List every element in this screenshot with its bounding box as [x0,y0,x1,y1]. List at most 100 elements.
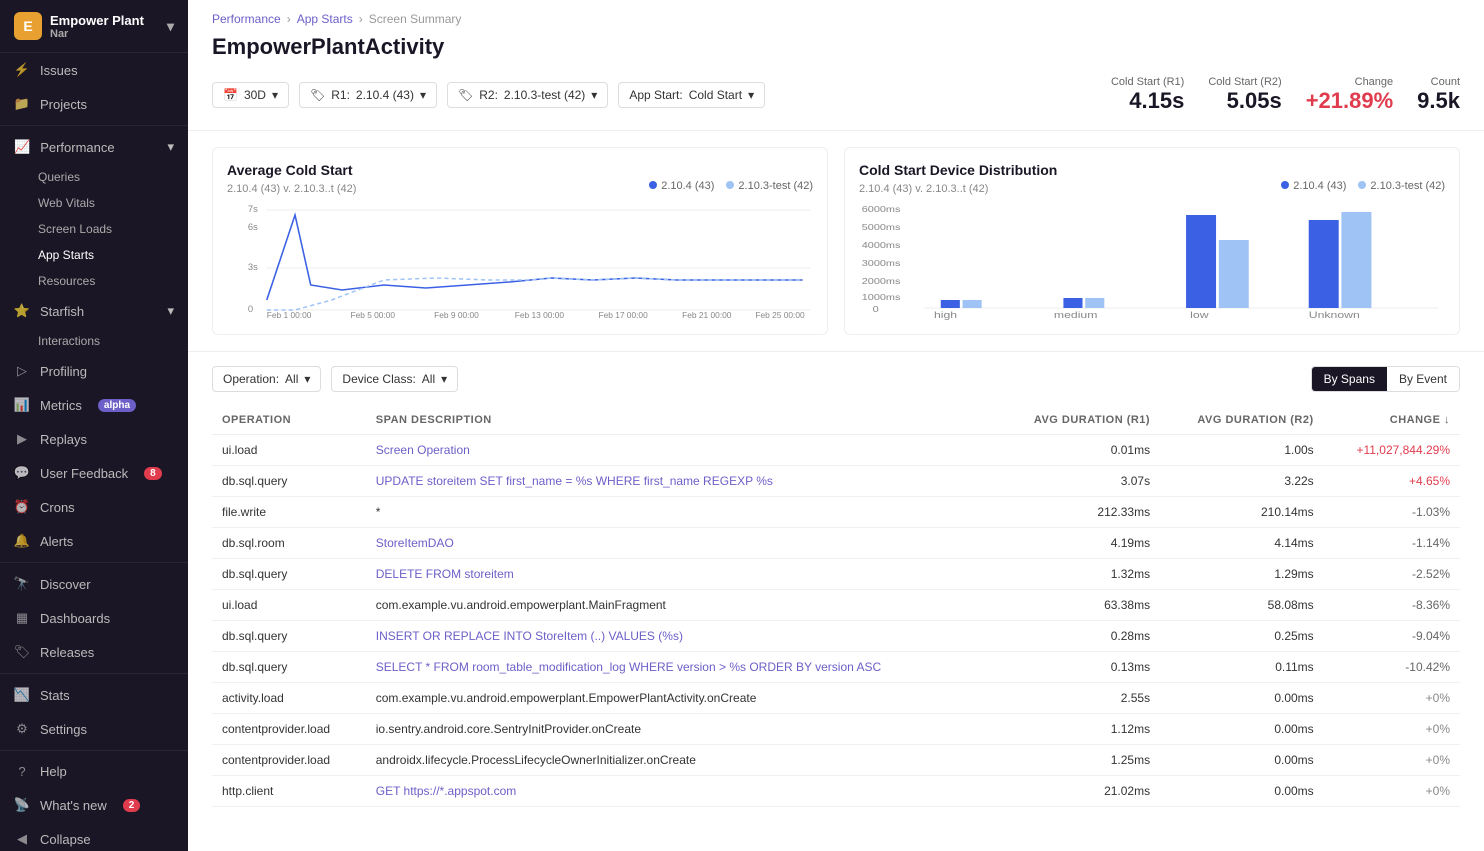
by-event-button[interactable]: By Event [1387,367,1459,391]
sidebar-sub-screen-loads[interactable]: Screen Loads [0,216,188,242]
performance-icon: 📈 [14,139,30,155]
col-span-desc: SPAN DESCRIPTION [366,406,997,435]
chevron-down-icon: ▾ [441,372,447,386]
stat-label: Change [1306,76,1393,88]
table-row: db.sql.query SELECT * FROM room_table_mo… [212,652,1460,683]
operation-filter[interactable]: Operation: All ▾ [212,366,321,392]
r1-selector[interactable]: 🏷 R1: 2.10.4 (43) ▾ [299,82,437,108]
sidebar-item-profiling[interactable]: ▷ Profiling [0,354,188,388]
span-link[interactable]: UPDATE storeitem SET first_name = %s WHE… [376,474,773,488]
sidebar-item-label: Help [40,764,67,779]
cell-span: androidx.lifecycle.ProcessLifecycleOwner… [366,745,997,776]
metrics-icon: 📊 [14,397,30,413]
cell-change: +0% [1324,776,1460,807]
sidebar-item-label: Projects [40,97,87,112]
help-icon: ? [14,764,30,779]
profiling-icon: ▷ [14,363,30,379]
breadcrumb-sep: › [287,12,291,26]
sidebar-item-label: User Feedback [40,466,128,481]
table-row: ui.load com.example.vu.android.empowerpl… [212,590,1460,621]
by-spans-button[interactable]: By Spans [1312,367,1387,391]
sidebar-sub-queries[interactable]: Queries [0,164,188,190]
span-link[interactable]: SELECT * FROM room_table_modification_lo… [376,660,881,674]
cell-change: -2.52% [1324,559,1460,590]
bar-chart-card: Cold Start Device Distribution 2.10.4 (4… [844,147,1460,335]
star-icon: ⭐ [14,303,30,319]
r2-selector[interactable]: 🏷 R2: 2.10.3-test (42) ▾ [447,82,608,108]
org-switcher[interactable]: E Empower Plant Nar ▾ [0,0,188,53]
sidebar-item-label: Releases [40,645,94,660]
svg-text:7s: 7s [248,204,258,214]
breadcrumb-performance[interactable]: Performance [212,12,281,26]
sidebar-item-dashboards[interactable]: ▦ Dashboards [0,601,188,635]
table-row: ui.load Screen Operation 0.01ms 1.00s +1… [212,435,1460,466]
cell-r2: 0.00ms [1160,714,1324,745]
span-link[interactable]: Screen Operation [376,443,470,457]
span-link[interactable]: INSERT OR REPLACE INTO StoreItem (..) VA… [376,629,683,643]
sidebar-sub-resources[interactable]: Resources [0,268,188,294]
svg-text:Feb 1 00:00: Feb 1 00:00 [267,311,312,320]
sidebar-item-stats[interactable]: 📉 Stats [0,678,188,712]
stat-change-value: +21.89% [1306,88,1393,114]
svg-text:Feb 5 00:00: Feb 5 00:00 [350,311,395,320]
sidebar-sub-interactions[interactable]: Interactions [0,328,188,354]
cell-change: -8.36% [1324,590,1460,621]
legend-item-1: 2.10.4 (43) [649,180,714,192]
sidebar-item-settings[interactable]: ⚙ Settings [0,712,188,746]
span-link[interactable]: StoreItemDAO [376,536,454,550]
sidebar-item-projects[interactable]: 📁 Projects [0,87,188,121]
sidebar-item-releases[interactable]: 🏷 Releases [0,635,188,669]
replay-icon: ▶ [14,431,30,447]
toolbar: 📅 30D ▾ 🏷 R1: 2.10.4 (43) ▾ 🏷 R2: 2.10.3… [188,76,1484,131]
span-link[interactable]: DELETE FROM storeitem [376,567,514,581]
stat-label: Count [1417,76,1460,88]
sidebar-item-alerts[interactable]: 🔔 Alerts [0,524,188,558]
sidebar-item-crons[interactable]: ⏰ Crons [0,490,188,524]
sidebar-item-collapse[interactable]: ◀ Collapse [0,822,188,851]
cell-r1: 2.55s [997,683,1161,714]
cell-operation: db.sql.query [212,621,366,652]
breadcrumb-app-starts[interactable]: App Starts [297,12,353,26]
svg-text:Feb 17 00:00: Feb 17 00:00 [598,311,648,320]
cell-r2: 58.08ms [1160,590,1324,621]
sidebar-item-replays[interactable]: ▶ Replays [0,422,188,456]
cell-r2: 0.11ms [1160,652,1324,683]
app-start-selector[interactable]: App Start: Cold Start ▾ [618,82,765,108]
sidebar: E Empower Plant Nar ▾ ⚡ Issues 📁 Project… [0,0,188,851]
sidebar-item-starfish[interactable]: ⭐ Starfish ▾ [0,294,188,328]
cell-change: +0% [1324,714,1460,745]
sidebar-section-performance[interactable]: 📈 Performance ▾ [0,130,188,164]
folder-icon: 📁 [14,96,30,112]
cell-span: DELETE FROM storeitem [366,559,997,590]
cell-r1: 21.02ms [997,776,1161,807]
sidebar-sub-web-vitals[interactable]: Web Vitals [0,190,188,216]
sidebar-item-issues[interactable]: ⚡ Issues [0,53,188,87]
stat-value: 4.15s [1111,88,1184,114]
table-wrap: OPERATION SPAN DESCRIPTION AVG DURATION … [188,406,1484,807]
table-header: OPERATION SPAN DESCRIPTION AVG DURATION … [212,406,1460,435]
sidebar-item-metrics[interactable]: 📊 Metrics alpha [0,388,188,422]
stat-value: 5.05s [1208,88,1281,114]
device-class-filter[interactable]: Device Class: All ▾ [331,366,458,392]
spans-table: OPERATION SPAN DESCRIPTION AVG DURATION … [212,406,1460,807]
bar-chart-subtitle: 2.10.4 (43) v. 2.10.3..t (42) [859,183,988,195]
svg-text:Feb 25 00:00: Feb 25 00:00 [755,311,805,320]
app-start-label: App Start: [629,88,682,102]
span-link[interactable]: GET https://*.appspot.com [376,784,517,798]
svg-text:2000ms: 2000ms [862,277,901,286]
divider [0,750,188,751]
sidebar-item-help[interactable]: ? Help [0,755,188,788]
sidebar-item-label: Profiling [40,364,87,379]
sidebar-item-discover[interactable]: 🔭 Discover [0,567,188,601]
alert-icon: ⚡ [14,62,30,78]
sidebar-sub-app-starts[interactable]: App Starts [0,242,188,268]
broadcast-icon: 📡 [14,797,30,813]
svg-text:3000ms: 3000ms [862,259,901,268]
cell-r2: 3.22s [1160,466,1324,497]
app-start-value: Cold Start [689,88,742,102]
sidebar-item-label: Discover [40,577,91,592]
stats-icon: 📉 [14,687,30,703]
period-selector[interactable]: 📅 30D ▾ [212,82,289,108]
sidebar-item-whats-new[interactable]: 📡 What's new 2 [0,788,188,822]
sidebar-item-user-feedback[interactable]: 💬 User Feedback 8 [0,456,188,490]
